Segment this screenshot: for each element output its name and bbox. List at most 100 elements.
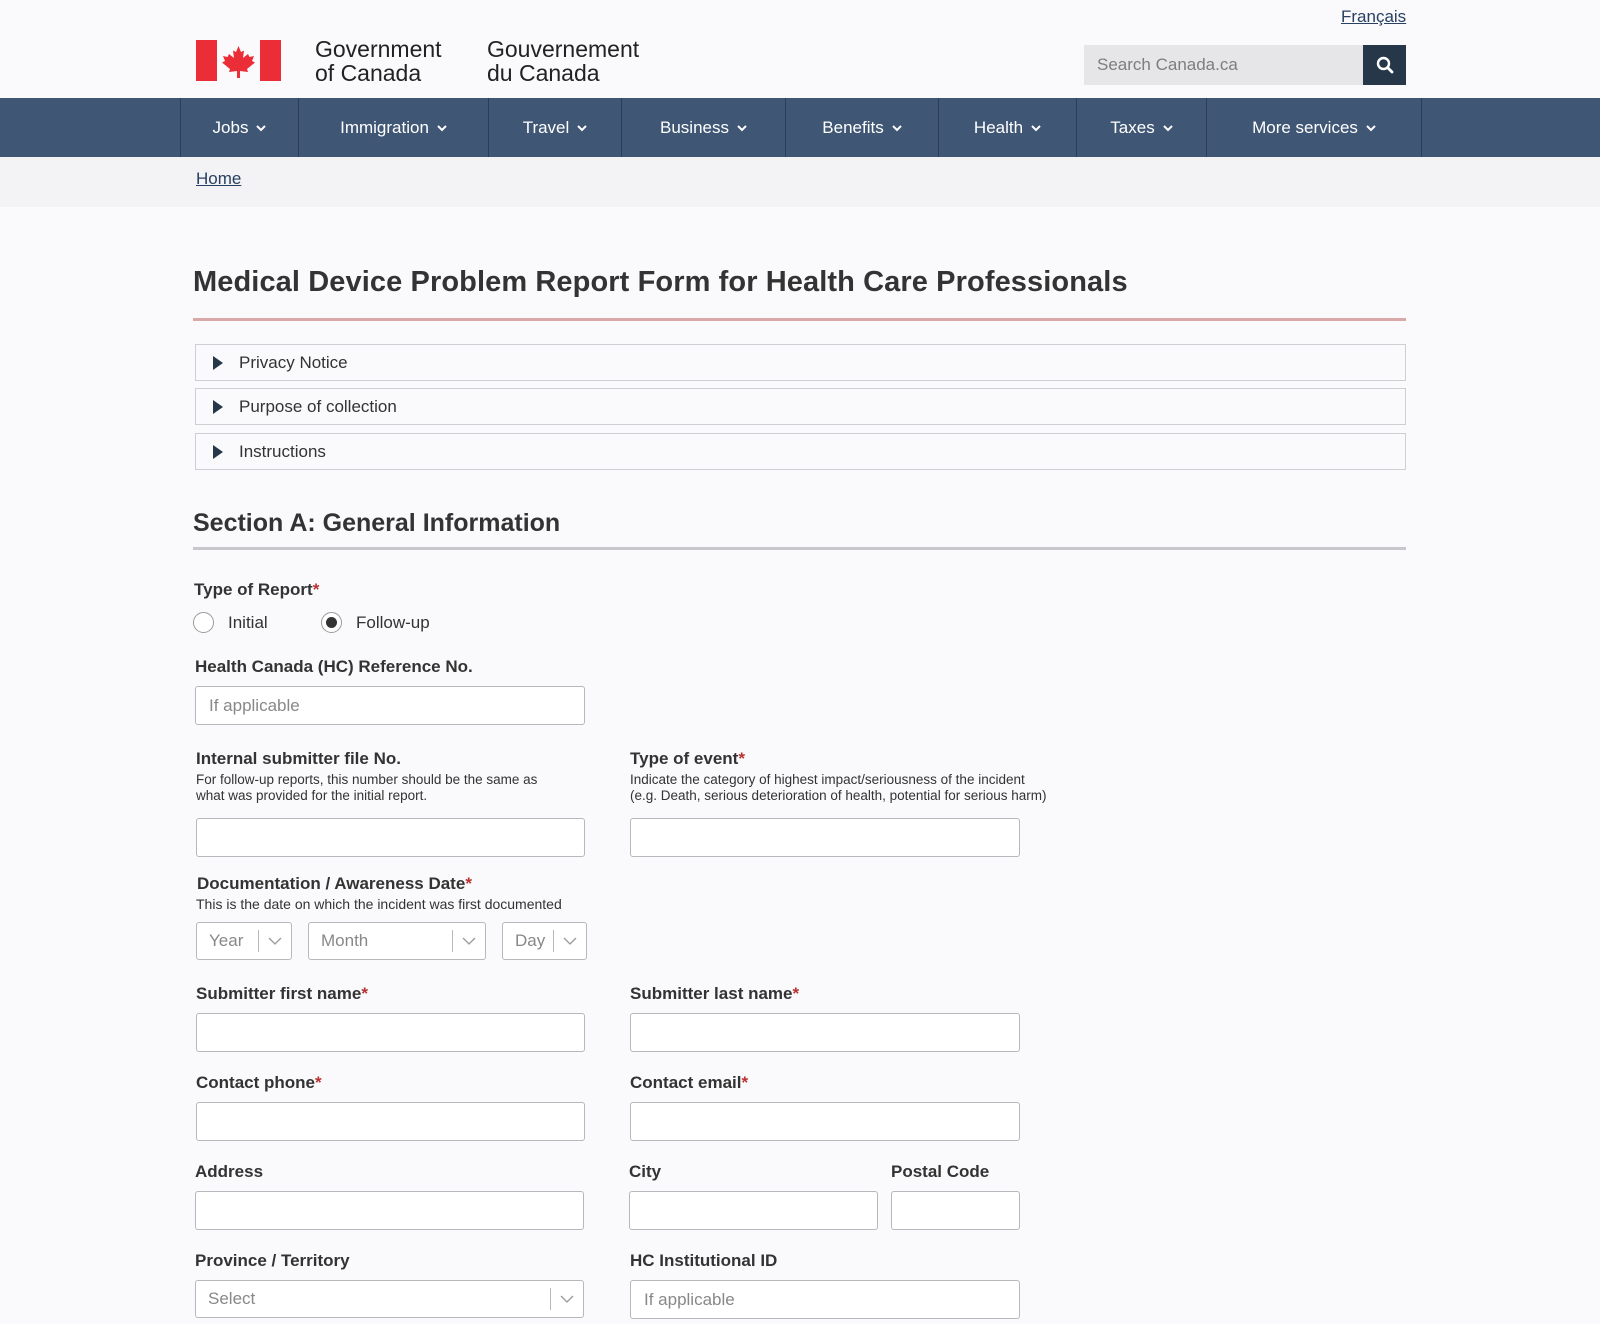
menu-item-immigration[interactable]: Immigration	[298, 98, 488, 157]
breadcrumb-home-link[interactable]: Home	[196, 169, 241, 189]
chevron-down-icon	[268, 937, 282, 945]
accordion-privacy-notice[interactable]: Privacy Notice	[195, 344, 1406, 381]
wordmark-en-line2: of Canada	[315, 60, 422, 86]
language-toggle-link[interactable]: Français	[1341, 7, 1406, 27]
first-name-label: Submitter first name*	[196, 984, 368, 1004]
accordion-label: Purpose of collection	[239, 396, 397, 416]
menu-item-label: Immigration	[340, 117, 429, 137]
radio-initial[interactable]: Initial	[193, 612, 268, 633]
phone-input[interactable]	[196, 1102, 585, 1141]
caret-right-icon	[213, 444, 223, 459]
label-text: Contact email	[630, 1073, 742, 1092]
label-text: Submitter last name	[630, 984, 793, 1003]
hc-institutional-id-input[interactable]	[630, 1280, 1020, 1319]
accordion-label: Privacy Notice	[239, 352, 348, 372]
select-value: Year	[209, 931, 244, 950]
site-header: Français Government of Canada Gouverneme…	[0, 0, 1600, 98]
internal-file-input[interactable]	[196, 818, 585, 857]
label-text: Submitter first name	[196, 984, 362, 1003]
chevron-down-icon	[437, 124, 447, 131]
menu-item-jobs[interactable]: Jobs	[180, 98, 298, 157]
search-input[interactable]	[1084, 45, 1363, 85]
postal-code-input[interactable]	[891, 1191, 1020, 1230]
last-name-input[interactable]	[630, 1013, 1020, 1052]
menu-item-taxes[interactable]: Taxes	[1076, 98, 1206, 157]
label-text: Documentation / Awareness Date	[197, 874, 466, 893]
chevron-down-icon	[1366, 124, 1376, 131]
month-select[interactable]: Month	[308, 922, 486, 960]
menu-item-label: Jobs	[212, 117, 249, 137]
wordmark-en-line1: Government	[315, 36, 442, 62]
chevron-down-icon	[560, 1295, 574, 1303]
wordmark-fr-line2: du Canada	[487, 60, 600, 86]
menu-item-label: Benefits	[822, 117, 884, 137]
chevron-down-icon	[892, 124, 902, 131]
radio-unchecked-icon[interactable]	[193, 612, 214, 633]
menu-item-travel[interactable]: Travel	[488, 98, 621, 157]
required-marker: *	[465, 874, 472, 893]
last-name-label: Submitter last name*	[630, 984, 799, 1004]
chevron-down-icon	[563, 937, 577, 945]
address-input[interactable]	[195, 1191, 584, 1230]
caret-right-icon	[213, 355, 223, 370]
menu-item-label: Health	[973, 117, 1024, 137]
internal-file-hint: For follow-up reports, this number shoul…	[196, 772, 596, 804]
required-marker: *	[741, 1073, 749, 1092]
label-text: Contact phone	[196, 1073, 315, 1092]
awareness-date-label: Documentation / Awareness Date*	[197, 874, 472, 894]
hc-institutional-id-label: HC Institutional ID	[630, 1251, 778, 1270]
required-marker: *	[361, 984, 368, 1003]
province-select[interactable]: Select	[195, 1280, 584, 1318]
menu-item-label: Business	[660, 117, 729, 137]
year-select[interactable]: Year	[196, 922, 292, 960]
province-label: Province / Territory	[195, 1251, 350, 1270]
awareness-date-hint: This is the date on which the incident w…	[196, 896, 562, 912]
accordion-instructions[interactable]: Instructions	[195, 433, 1406, 470]
hint-line: Indicate the category of highest impact/…	[630, 772, 1025, 787]
select-value: Month	[321, 931, 369, 950]
required-marker: *	[792, 984, 800, 1003]
type-of-event-input[interactable]	[630, 818, 1020, 857]
radio-follow-up[interactable]: Follow-up	[321, 612, 430, 633]
required-marker: *	[738, 749, 745, 768]
type-of-event-hint: Indicate the category of highest impact/…	[630, 772, 1090, 804]
menu-item-label: Taxes	[1110, 117, 1155, 137]
required-marker: *	[315, 1073, 322, 1092]
city-input[interactable]	[629, 1191, 878, 1230]
chevron-down-icon	[462, 937, 476, 945]
type-of-event-label: Type of event*	[630, 749, 745, 769]
radio-checked-icon[interactable]	[321, 612, 342, 633]
phone-label: Contact phone*	[196, 1073, 322, 1093]
menu-item-more-services[interactable]: More services	[1206, 98, 1422, 157]
canada-flag-icon	[196, 40, 281, 81]
accordion-purpose-of-collection[interactable]: Purpose of collection	[195, 388, 1406, 425]
search-icon	[1376, 56, 1393, 74]
menu-item-health[interactable]: Health	[938, 98, 1076, 157]
hint-line: For follow-up reports, this number shoul…	[196, 772, 538, 787]
radio-label: Follow-up	[356, 612, 430, 632]
first-name-input[interactable]	[196, 1013, 585, 1052]
wordmark-french[interactable]: Gouvernement du Canada	[487, 37, 639, 85]
hc-reference-input[interactable]	[195, 686, 585, 725]
city-label: City	[629, 1162, 662, 1181]
email-input[interactable]	[630, 1102, 1020, 1141]
chevron-down-icon	[577, 124, 588, 131]
select-value: Select	[208, 1289, 256, 1308]
chevron-down-icon	[737, 124, 747, 131]
page-title: Medical Device Problem Report Form for H…	[193, 266, 1128, 298]
select-value: Day	[515, 931, 546, 950]
radio-label: Initial	[228, 612, 268, 632]
day-select[interactable]: Day	[502, 922, 587, 960]
caret-right-icon	[213, 399, 223, 414]
menu-item-business[interactable]: Business	[621, 98, 785, 157]
menu-item-benefits[interactable]: Benefits	[785, 98, 938, 157]
postal-code-label: Postal Code	[891, 1162, 990, 1181]
wordmark-english[interactable]: Government of Canada	[315, 37, 442, 85]
address-label: Address	[195, 1162, 264, 1181]
type-of-report-label: Type of Report*	[194, 580, 319, 600]
accordion-label: Instructions	[239, 441, 326, 461]
search-button[interactable]	[1363, 45, 1406, 85]
required-marker: *	[312, 580, 320, 599]
internal-file-label: Internal submitter file No.	[196, 749, 401, 768]
title-divider	[193, 318, 1406, 321]
